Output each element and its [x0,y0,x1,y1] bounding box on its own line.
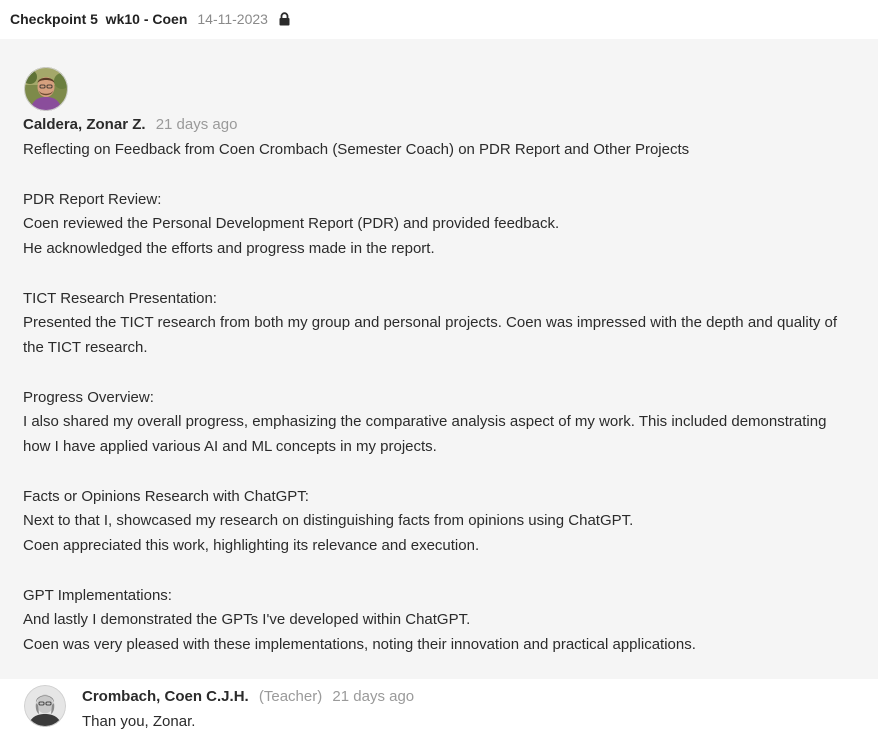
post-line: TICT Research Presentation: [23,289,217,307]
teacher-comment: Crombach, Coen C.J.H. (Teacher) 21 days … [0,679,878,748]
post-line: Facts or Opinions Research with ChatGPT: [23,487,309,505]
author-avatar[interactable] [24,67,68,111]
comment-author-name[interactable]: Crombach, Coen C.J.H. [82,688,249,705]
post-line [23,460,878,485]
feedback-post: Caldera, Zonar Z. 21 days ago Reflecting… [0,39,878,679]
post-line: Progress Overview: [23,388,154,406]
checkpoint-title: Checkpoint 5 wk10 - Coen [10,11,188,27]
post-line [23,262,878,287]
post-timestamp: 21 days ago [155,116,238,133]
lock-icon [278,12,291,26]
comment-author-role: (Teacher) [258,688,323,705]
post-line: Coen appreciated this work, highlighting… [23,537,480,554]
post-author-line: Caldera, Zonar Z. 21 days ago [23,116,237,133]
post-line: He acknowledged the efforts and progress… [23,240,435,257]
post-line: Coen was very pleased with these impleme… [23,636,696,653]
post-line [23,559,878,584]
comment-timestamp: 21 days ago [332,688,415,705]
post-line: the TICT research. [23,339,148,356]
post-line [23,163,878,188]
post-body: Reflecting on Feedback from Coen Crombac… [23,138,878,658]
post-line: Reflecting on Feedback from Coen Crombac… [23,141,690,158]
comment-text: Than you, Zonar. [82,713,196,730]
post-author-name[interactable]: Caldera, Zonar Z. [23,116,146,133]
comment-author-line: Crombach, Coen C.J.H. (Teacher) 21 days … [82,688,414,705]
post-line: Next to that I, showcased my research on… [23,512,634,530]
post-line: Coen reviewed the Personal Development R… [23,215,560,233]
checkpoint-date: 14-11-2023 [197,11,268,27]
post-line: And lastly I demonstrated the GPTs I've … [23,611,471,629]
post-line: GPT Implementations: [23,586,172,604]
post-line: Presented the TICT research from both my… [23,314,838,332]
commenter-avatar[interactable] [24,685,66,727]
post-line: how I have applied various AI and ML con… [23,438,437,455]
post-line [23,361,878,386]
post-line: I also shared my overall progress, empha… [23,413,827,431]
checkpoint-header: Checkpoint 5 wk10 - Coen 14-11-2023 [0,0,878,38]
post-line: PDR Report Review: [23,190,162,208]
